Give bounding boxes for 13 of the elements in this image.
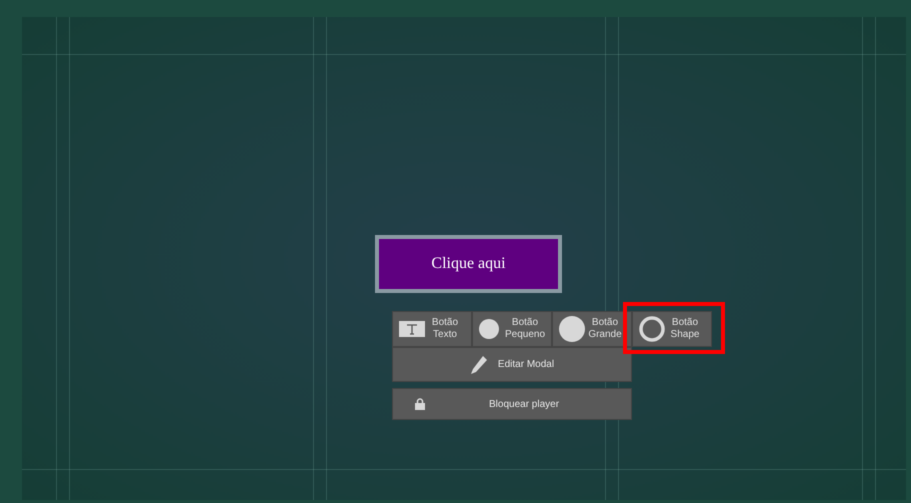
lock-icon: [415, 398, 425, 410]
lock-player-button[interactable]: Bloquear player: [392, 388, 632, 420]
edit-modal-button[interactable]: Editar Modal: [392, 347, 632, 382]
circle-icon: [559, 316, 585, 342]
pencil-icon: [470, 354, 488, 374]
clique-button[interactable]: Clique aqui: [375, 235, 562, 293]
circle-icon: [479, 319, 499, 339]
text-box-icon: [399, 321, 425, 337]
tool-button[interactable]: Botão Grande: [552, 311, 632, 347]
ring-icon: [639, 316, 665, 342]
tool-button[interactable]: Botão Shape: [632, 311, 712, 347]
tool-button[interactable]: Botão Pequeno: [472, 311, 552, 347]
tool-button[interactable]: Botão Texto: [392, 311, 472, 347]
